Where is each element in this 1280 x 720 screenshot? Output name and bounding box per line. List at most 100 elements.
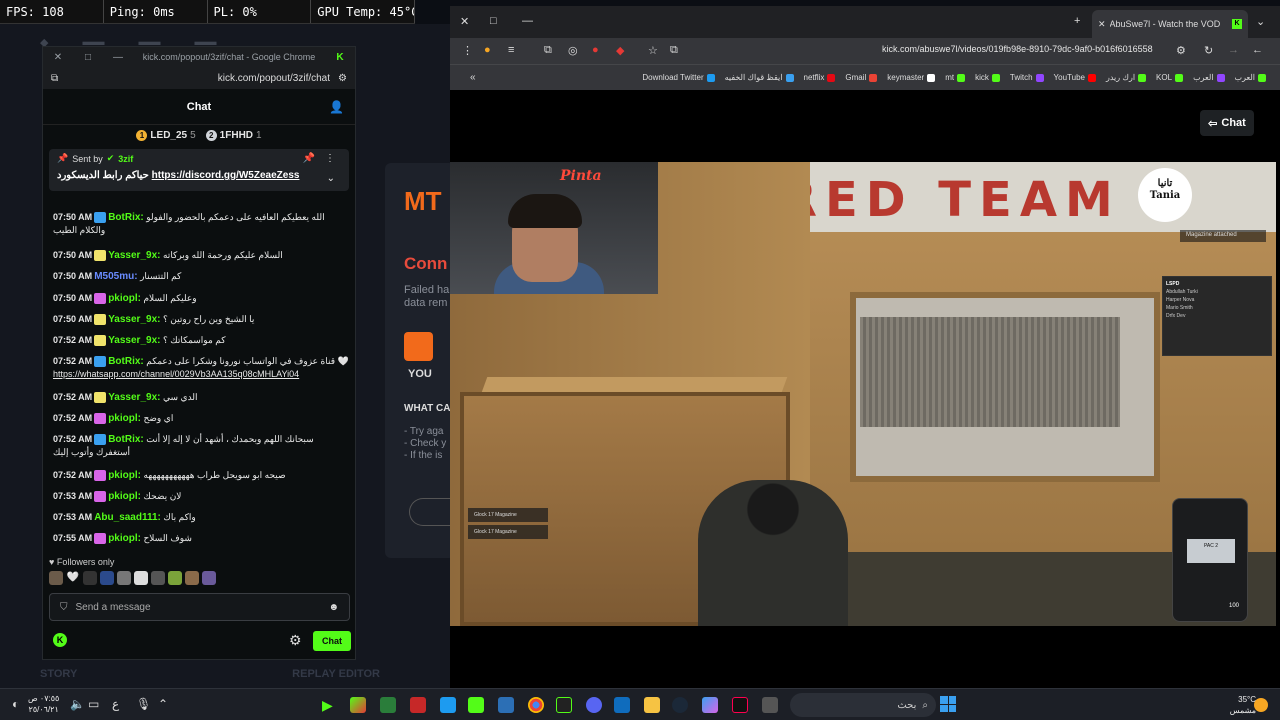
bookmark-item[interactable]: العرب — [1235, 73, 1266, 82]
bookmarks-overflow-icon[interactable]: « — [470, 72, 476, 83]
bookmark-item[interactable]: kick — [975, 73, 1000, 82]
input-language[interactable]: ع — [112, 697, 119, 711]
pinned-user[interactable]: 3zif — [118, 154, 133, 164]
sun-icon[interactable] — [1254, 698, 1268, 712]
users-icon[interactable]: 👤 — [329, 100, 344, 114]
video-player[interactable]: RED TEAM Pinta تانيا Tania Magazine atta… — [450, 162, 1276, 626]
chevron-down-icon[interactable]: ⌄ — [327, 173, 335, 184]
message-username[interactable]: Yasser_9x: — [108, 335, 160, 346]
emote[interactable] — [202, 571, 216, 585]
leader-item[interactable]: 2 1FHHD 1 — [205, 129, 262, 141]
forward-icon[interactable]: → — [1228, 44, 1239, 56]
discord-icon[interactable] — [586, 697, 602, 713]
emote[interactable] — [100, 571, 114, 585]
unpin-icon[interactable]: 📌 — [303, 153, 315, 164]
start-button[interactable] — [940, 696, 956, 712]
bookmark-item[interactable]: ارك ريدر — [1106, 73, 1147, 82]
bookmark-item[interactable]: Download Twitter — [642, 73, 715, 82]
taskbar-search[interactable]: بحث ⌕ — [790, 693, 936, 717]
site-settings-icon[interactable]: ⚙ — [1176, 44, 1186, 57]
message-username[interactable]: BotRix: — [108, 434, 144, 445]
reload-icon[interactable]: ↻ — [1204, 44, 1213, 57]
excel-icon[interactable] — [380, 697, 396, 713]
play-app-icon[interactable]: ▶ — [322, 697, 338, 713]
twitter-icon[interactable] — [440, 697, 456, 713]
leader-item[interactable]: 1 LED_25 5 — [136, 129, 196, 141]
message-username[interactable]: Abu_saad111: — [94, 512, 161, 523]
photos-icon[interactable] — [498, 697, 514, 713]
maximize-window-icon[interactable]: □ — [490, 15, 497, 27]
bookmark-item[interactable]: Twitch — [1010, 73, 1044, 82]
gear-icon[interactable]: ⚙ — [289, 632, 302, 649]
bookmark-item[interactable]: YouTube — [1054, 73, 1096, 82]
message-username[interactable]: pkiopl: — [108, 470, 141, 481]
file-explorer-icon[interactable] — [644, 697, 660, 713]
app-icon[interactable] — [762, 697, 778, 713]
extension-icon[interactable]: ◆ — [616, 44, 624, 57]
bookmark-star-icon[interactable]: ☆ — [648, 44, 658, 57]
emote[interactable] — [117, 571, 131, 585]
tune-icon[interactable]: ⚙ — [338, 73, 347, 84]
replay-editor-tab[interactable]: REPLAY EDITOR — [292, 668, 380, 682]
app-icon[interactable] — [410, 697, 426, 713]
kick-logo-icon[interactable]: K — [53, 633, 67, 647]
app-icon[interactable] — [556, 697, 572, 713]
tab-abuswe7l-vod[interactable]: ✕ AbuSwe7l - Watch the VOD K — [1092, 10, 1248, 38]
message-username[interactable]: BotRix: — [108, 356, 144, 367]
steam-icon[interactable] — [672, 697, 688, 713]
message-username[interactable]: pkiopl: — [108, 533, 141, 544]
minimize-window-icon[interactable]: — — [103, 52, 133, 63]
bookmark-item[interactable]: ايقظ قواك الخفيه — [725, 73, 794, 82]
message-username[interactable]: pkiopl: — [108, 293, 141, 304]
profile-icon[interactable]: ● — [484, 44, 491, 56]
microphone-icon[interactable]: 🎙 — [136, 697, 151, 711]
extension-icon[interactable]: ≡ — [508, 44, 514, 56]
message-username[interactable]: pkiopl: — [108, 491, 141, 502]
message-username[interactable]: pkiopl: — [108, 413, 141, 424]
network-icon[interactable]: ▭ — [88, 697, 99, 711]
copilot-icon[interactable] — [702, 697, 718, 713]
bookmark-item[interactable]: العرب — [1193, 73, 1225, 82]
message-username[interactable]: M505mu: — [94, 271, 137, 282]
new-tab-icon[interactable]: + — [1074, 15, 1080, 27]
bookmark-item[interactable]: netflix — [804, 73, 836, 82]
message-link[interactable]: https://whatsapp.com/channel/0029Vb3AA13… — [53, 368, 349, 380]
address-bar[interactable]: kick.com/abuswe7l/videos/019fb98e-8910-7… — [882, 44, 1153, 54]
close-window-icon[interactable]: ✕ — [43, 52, 73, 63]
extension-icon[interactable]: ◎ — [568, 44, 578, 57]
message-username[interactable]: BotRix: — [108, 212, 144, 223]
maximize-window-icon[interactable]: □ — [73, 52, 103, 63]
weather-widget[interactable]: 35°C مشمس — [1220, 694, 1256, 716]
notification-icon[interactable]: ◐ — [12, 697, 19, 711]
emote[interactable] — [83, 571, 97, 585]
message-username[interactable]: Yasser_9x: — [108, 250, 160, 261]
emote[interactable] — [168, 571, 182, 585]
tab-search-icon[interactable]: ⌄ — [1256, 15, 1265, 28]
emote[interactable] — [185, 571, 199, 585]
site-info-icon[interactable]: ⧉ — [51, 73, 58, 84]
chat-url-text[interactable]: kick.com/popout/3zif/chat — [218, 73, 330, 84]
message-username[interactable]: Yasser_9x: — [108, 314, 160, 325]
emoji-icon[interactable]: ☻ — [328, 602, 339, 613]
emote[interactable] — [134, 571, 148, 585]
close-window-icon[interactable]: ✕ — [460, 15, 469, 28]
store-icon[interactable] — [614, 697, 630, 713]
message-username[interactable]: Yasser_9x: — [108, 392, 160, 403]
emote[interactable] — [151, 571, 165, 585]
back-icon[interactable]: ← — [1252, 44, 1263, 56]
story-tab[interactable]: STORY — [40, 668, 77, 682]
minimize-window-icon[interactable]: — — [522, 15, 533, 27]
chevron-up-icon[interactable]: ⌃ — [158, 697, 168, 711]
share-icon[interactable]: ⧉ — [670, 44, 678, 57]
close-tab-icon[interactable]: ✕ — [1098, 19, 1106, 30]
more-options-icon[interactable]: ⋮ — [325, 153, 335, 164]
send-chat-button[interactable]: Chat — [313, 631, 351, 651]
heart-emote-icon[interactable]: 🤍 — [66, 571, 80, 585]
bookmark-item[interactable]: keymaster — [887, 73, 936, 82]
extension-icon[interactable]: ● — [592, 44, 599, 56]
kick-app-icon[interactable] — [468, 697, 484, 713]
chrome-icon[interactable] — [528, 697, 544, 713]
send-message-input[interactable]: ⛉ Send a message ☻ — [49, 593, 350, 621]
puzzle-icon[interactable]: ⧉ — [544, 44, 552, 57]
bookmark-item[interactable]: Gmail — [845, 73, 878, 82]
